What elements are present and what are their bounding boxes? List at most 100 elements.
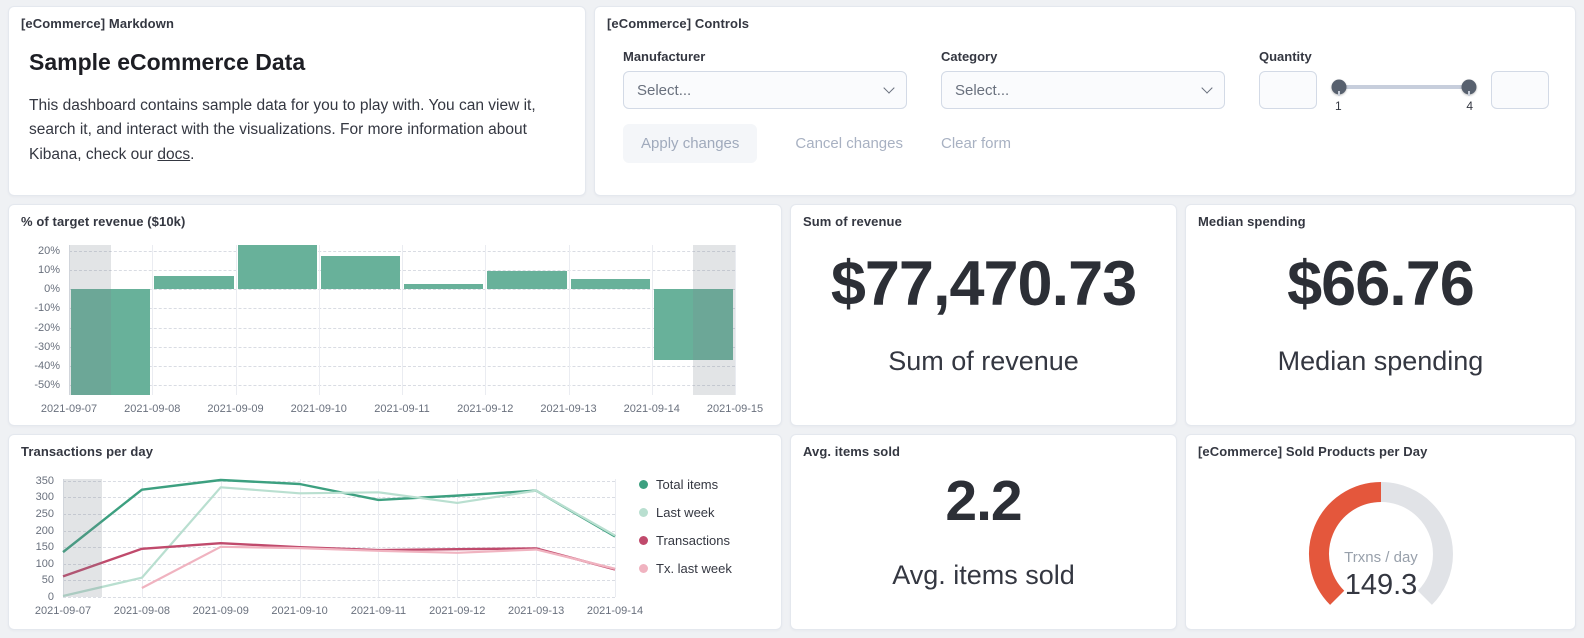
sold-products-gauge: Trxns / day149.3: [1186, 463, 1575, 629]
x-axis-tick-label: 2021-09-13: [540, 403, 596, 415]
panel-sold-products-per-day: [eCommerce] Sold Products per Day Trxns …: [1185, 434, 1576, 630]
apply-changes-button[interactable]: Apply changes: [623, 124, 757, 163]
quantity-max-input[interactable]: [1491, 71, 1549, 109]
quantity-label: Quantity: [1259, 49, 1549, 64]
partial-bucket-band: [63, 479, 102, 597]
manufacturer-label: Manufacturer: [623, 49, 907, 64]
bar-column: [402, 245, 485, 395]
y-axis-tick-label: -40%: [34, 360, 60, 372]
partial-bucket-band: [693, 245, 735, 395]
legend-label: Transactions: [656, 533, 730, 548]
y-axis-tick-label: -20%: [34, 322, 60, 334]
x-axis-tick-label: 2021-09-12: [457, 403, 513, 415]
legend-item[interactable]: Transactions: [639, 533, 767, 548]
x-axis-tick-label: 2021-09-13: [508, 605, 564, 617]
y-axis-tick-label: -50%: [34, 379, 60, 391]
median-spending-label: Median spending: [1278, 346, 1484, 377]
legend-item[interactable]: Total items: [639, 477, 767, 492]
panel-title-sold-products: [eCommerce] Sold Products per Day: [1198, 444, 1427, 459]
y-axis-tick-label: 200: [36, 525, 54, 537]
x-axis-tick-label: 2021-09-07: [41, 403, 97, 415]
median-spending-value: $66.76: [1287, 253, 1474, 316]
clear-form-button[interactable]: Clear form: [941, 135, 1011, 152]
slider-track[interactable]: [1333, 85, 1475, 89]
legend-item[interactable]: Tx. last week: [639, 561, 767, 576]
legend-item[interactable]: Last week: [639, 505, 767, 520]
panel-title-controls: [eCommerce] Controls: [607, 16, 749, 31]
partial-bucket-band: [69, 245, 111, 395]
x-axis-tick-label: 2021-09-10: [291, 403, 347, 415]
y-axis-tick-label: 0%: [44, 283, 60, 295]
panel-transactions-per-day: Transactions per day 3503002502001501005…: [8, 434, 782, 630]
y-axis-tick-label: 350: [36, 475, 54, 487]
y-axis-tick-label: 10%: [38, 264, 60, 276]
legend-label: Tx. last week: [656, 561, 732, 576]
cancel-changes-button[interactable]: Cancel changes: [795, 135, 903, 152]
panel-target-revenue: % of target revenue ($10k) 20%10%0%-10%-…: [8, 204, 782, 426]
slider-min-label: 1: [1335, 99, 1342, 113]
y-axis-tick-label: 100: [36, 558, 54, 570]
bar[interactable]: [571, 279, 650, 290]
sum-of-revenue-label: Sum of revenue: [888, 346, 1079, 377]
x-axis-tick-label: 2021-09-10: [271, 605, 327, 617]
y-axis-tick-label: 150: [36, 541, 54, 553]
markdown-paragraph: This dashboard contains sample data for …: [29, 94, 563, 167]
panel-title-median-spending: Median spending: [1198, 214, 1306, 229]
markdown-text-pre: This dashboard contains sample data for …: [29, 97, 536, 163]
y-axis-tick-label: 0: [48, 591, 54, 603]
x-axis-tick-label: 2021-09-11: [351, 605, 406, 617]
column-separator: [735, 245, 736, 395]
x-axis-tick-label: 2021-09-11: [374, 403, 429, 415]
bar[interactable]: [154, 276, 233, 289]
line-series-svg: [63, 479, 615, 597]
target-revenue-bar-chart: 20%10%0%-10%-20%-30%-40%-50%2021-09-0720…: [17, 235, 773, 419]
avg-items-sold-value: 2.2: [945, 473, 1021, 530]
panel-sum-of-revenue: Sum of revenue $77,470.73 Sum of revenue: [790, 204, 1177, 426]
x-axis-tick-label: 2021-09-14: [587, 605, 643, 617]
transactions-line-chart: 3503002502001501005002021-09-072021-09-0…: [17, 465, 623, 625]
x-axis-tick-label: 2021-09-14: [624, 403, 680, 415]
bar[interactable]: [321, 256, 400, 290]
docs-link[interactable]: docs: [157, 146, 190, 163]
manufacturer-placeholder: Select...: [637, 82, 691, 99]
x-axis-tick-label: 2021-09-08: [124, 403, 180, 415]
category-select[interactable]: Select...: [941, 71, 1225, 109]
x-axis-tick-label: 2021-09-09: [193, 605, 249, 617]
chart-legend: Total items Last week Transactions Tx. last…: [639, 477, 767, 576]
slider-range: [1339, 85, 1469, 89]
panel-title-target-revenue: % of target revenue ($10k): [21, 214, 185, 229]
category-placeholder: Select...: [955, 82, 1009, 99]
plot-area: 20%10%0%-10%-20%-30%-40%-50%2021-09-0720…: [69, 245, 735, 395]
legend-dot-icon: [639, 536, 648, 545]
x-axis-tick-label: 2021-09-07: [35, 605, 91, 617]
grid-line: [63, 597, 615, 598]
y-axis-tick-label: 50: [42, 574, 54, 586]
chevron-down-icon: [883, 82, 894, 93]
bar[interactable]: [238, 245, 317, 289]
line-series[interactable]: [142, 547, 615, 588]
line-series[interactable]: [63, 487, 615, 596]
slider-notch: [1338, 91, 1340, 96]
y-axis-tick-label: 20%: [38, 245, 60, 257]
gauge-value: 149.3: [1344, 569, 1417, 601]
y-axis-tick-label: -10%: [34, 302, 60, 314]
x-axis-tick-label: 2021-09-12: [429, 605, 485, 617]
y-axis-tick-label: 250: [36, 508, 54, 520]
plot-area: 3503002502001501005002021-09-072021-09-0…: [63, 479, 615, 597]
bar[interactable]: [404, 284, 483, 289]
panel-title-avg-items: Avg. items sold: [803, 444, 900, 459]
avg-items-sold-label: Avg. items sold: [892, 560, 1075, 591]
markdown-text-post: .: [190, 146, 194, 163]
bar-column: [485, 245, 568, 395]
line-series[interactable]: [63, 543, 615, 576]
legend-label: Last week: [656, 505, 715, 520]
panel-avg-items-sold: Avg. items sold 2.2 Avg. items sold: [790, 434, 1177, 630]
panel-controls: [eCommerce] Controls Manufacturer Select…: [594, 6, 1576, 196]
chevron-down-icon: [1201, 82, 1212, 93]
quantity-min-input[interactable]: [1259, 71, 1317, 109]
manufacturer-select[interactable]: Select...: [623, 71, 907, 109]
bar[interactable]: [487, 271, 566, 289]
bar-column: [152, 245, 235, 395]
day-gridline: [615, 479, 616, 597]
slider-max-label: 4: [1466, 99, 1473, 113]
